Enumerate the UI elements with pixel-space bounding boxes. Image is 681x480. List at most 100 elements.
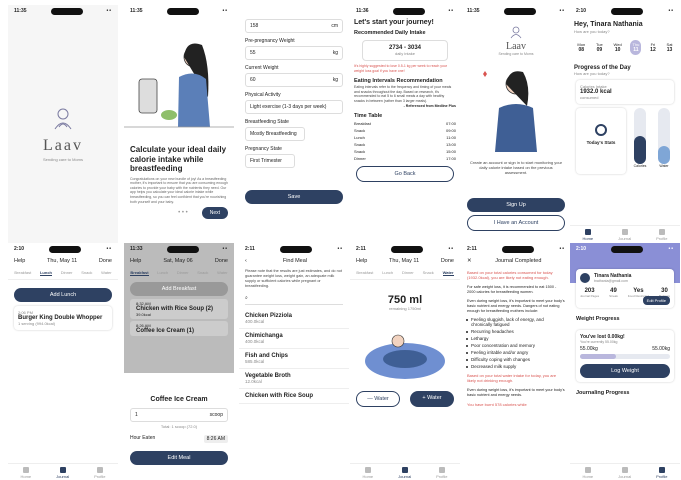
signup-button[interactable]: Sign Up (467, 197, 565, 212)
save-button[interactable]: Save (245, 190, 343, 204)
day-cell[interactable]: Mon 08 (575, 40, 587, 55)
time-value: 13:00 (445, 142, 456, 148)
splash-screen: 11:35 •• Laav Sending care to Moms (8, 5, 118, 243)
day-cell[interactable]: Sat 13 (665, 40, 675, 55)
greeting: Hey, Tinara Nathania (574, 21, 643, 28)
list-item[interactable]: Chicken Pizziola 400.0kcal (239, 309, 349, 329)
find-meal-screen: 2:11 •• ‹ Find Meal Please note that the r… (239, 243, 349, 480)
add-breakfast-button[interactable]: Add Breakfast (130, 282, 228, 296)
journey-screen: 11:36 •• Let's start your journey! Recomm… (350, 5, 460, 243)
app-logo-text: Laav (43, 137, 83, 154)
list-item[interactable]: Chicken with Rice Soup (239, 389, 349, 404)
onboarding-body: Congratulations on your new bundle of jo… (130, 176, 228, 204)
day-cell[interactable]: Wed 10 (612, 40, 624, 55)
day-cell[interactable]: Thu 11 (630, 40, 642, 55)
edit-meal-button[interactable]: Edit Meal (130, 451, 228, 465)
time-row: Snack 15:00 (350, 148, 460, 155)
meal-kcal: 585.0kcal (245, 358, 265, 364)
logo-icon (510, 26, 522, 39)
current-weight-label: Current Weight (245, 65, 279, 71)
current-weight-field[interactable]: 60 kg (245, 73, 343, 87)
profile-card: Tinara Nathania tnathania@gmail.com 203 Jo… (576, 269, 674, 308)
time-meal: Lunch (354, 135, 365, 141)
danger-item: Difficulty coping with changes (461, 356, 571, 363)
tab-profile[interactable]: Profile (94, 466, 106, 479)
go-back-button[interactable]: Go Back (356, 166, 454, 183)
avatar (580, 273, 590, 283)
add-lunch-button[interactable]: Add Lunch (14, 288, 112, 302)
calories-bar (634, 108, 646, 164)
onboarding-title: Calculate your ideal daily calorie intak… (130, 145, 227, 174)
tab-bar: Home Journal Profile (570, 225, 680, 243)
home-icon (584, 228, 591, 235)
home-screen: 2:10 •• Hey, Tinara Nathania How are you … (570, 5, 680, 243)
list-item[interactable]: Fish and Chips 585.0kcal (239, 349, 349, 369)
preg-label: Pregnancy State (245, 146, 282, 152)
journal-completed-screen: 2:11 •• ✕ Journal Completed Based on your … (461, 243, 571, 480)
bf-select[interactable]: Mostly Breastfeeding (245, 127, 305, 141)
day-date: 10 (614, 47, 621, 53)
rec-title: Recommended Daily Intake (354, 30, 426, 36)
stats-card[interactable]: Today's Stats (576, 108, 626, 174)
next-button[interactable]: Next (201, 207, 228, 220)
add-water-button[interactable]: + Water (410, 391, 454, 407)
time-value: 15:00 (445, 149, 456, 155)
week-strip: Mon 08 Tue 09 Wed 10 Thu 11 Fri 12 Sat 13 (570, 34, 680, 61)
day-date: 09 (596, 47, 603, 53)
day-cell[interactable]: Tue 09 (594, 40, 605, 55)
back-chevron-icon[interactable]: ‹ (245, 258, 247, 264)
mother-baby-logo-icon (54, 108, 72, 130)
done-link[interactable]: Done (99, 258, 112, 264)
meal-kcal: 12.0kcal (245, 378, 262, 384)
close-icon[interactable]: ✕ (467, 258, 472, 264)
have-account-button[interactable]: I Have an Account (467, 214, 565, 231)
time-meal: Dinner (354, 156, 366, 162)
bf-label: Breastfeeding State (245, 119, 289, 125)
time-value: 11:00 (446, 135, 456, 141)
tab-home[interactable]: Home (20, 466, 31, 479)
list-item[interactable]: Vegetable Broth 12.0kcal (239, 369, 349, 389)
height-field[interactable]: 158 cm (245, 19, 343, 33)
prepreg-label: Pre-pregnancy Weight (245, 38, 295, 44)
intake-card: 2734 - 3034 daily intake (362, 40, 448, 61)
danger-item: Decreased milk supply (461, 363, 571, 370)
meal-entry[interactable]: 2:06 PM Burger King Double Whopper 1 ser… (14, 306, 112, 330)
stat-item: 49 Streak (609, 288, 618, 298)
meal-results: Chicken Pizziola 400.0kcal Chimichanga 400.… (239, 309, 349, 404)
list-item[interactable]: Chimichanga 400.0kcal (239, 329, 349, 349)
edit-meal-screen: 11:33 •• Help Sat, May 06 Done Breakfast Lun… (124, 243, 234, 480)
search-icon: ⌕ (245, 294, 248, 301)
search-input[interactable]: ⌕ (245, 295, 343, 305)
tab-journal[interactable]: Journal (618, 228, 631, 241)
remove-water-button[interactable]: — Water (356, 391, 400, 407)
stat-label: Streak (609, 294, 618, 298)
time-row: Snack 09:00 (350, 127, 460, 134)
time-meal: Breakfast (354, 121, 371, 127)
help-link[interactable]: Help (14, 258, 25, 264)
time-row: Dinner 17:00 (350, 155, 460, 162)
meal-name: Chicken with Rice Soup (245, 392, 314, 399)
edit-profile-button[interactable]: Edit Profile (642, 296, 670, 305)
day-date: 12 (650, 47, 656, 53)
day-cell[interactable]: Fri 12 (648, 40, 658, 55)
tab-profile[interactable]: Profile (656, 228, 668, 241)
preg-select[interactable]: First Trimester (245, 154, 295, 168)
calories-card: Calories Intake 1932.0 kcal consumed (576, 80, 674, 104)
tab-home[interactable]: Home (582, 228, 593, 241)
time-row: Snack 13:00 (350, 141, 460, 148)
tab-journal[interactable]: Journal (56, 466, 69, 479)
lunch-journal-screen: 2:10 •• Help Thu, May 11 Done Breakfast Lunc… (8, 243, 118, 480)
profile-screen: 2:10 •• Tinara Nathania tnathania@gmail.co… (570, 243, 680, 480)
activity-select[interactable]: Light exercise (1-3 days per week) (245, 100, 343, 114)
quantity-input[interactable]: 1 scoop (130, 408, 228, 422)
hour-picker[interactable]: 8:26 AM (203, 435, 228, 443)
danger-item: Recurring headaches (461, 328, 571, 335)
time-meal: Snack (354, 149, 366, 155)
time-row: Breakfast 07:00 (350, 120, 460, 127)
assessment-form-screen: 158 cm Pre-pregnancy Weight 55 kg Current … (239, 5, 349, 243)
chart-icon (595, 124, 607, 136)
prepreg-weight-field[interactable]: 55 kg (245, 46, 343, 60)
water-amount: 750 ml (387, 294, 423, 306)
meal-tabs: Breakfast Lunch Dinner Snack Water (8, 267, 118, 280)
log-weight-button[interactable]: Log Weight (580, 364, 670, 378)
